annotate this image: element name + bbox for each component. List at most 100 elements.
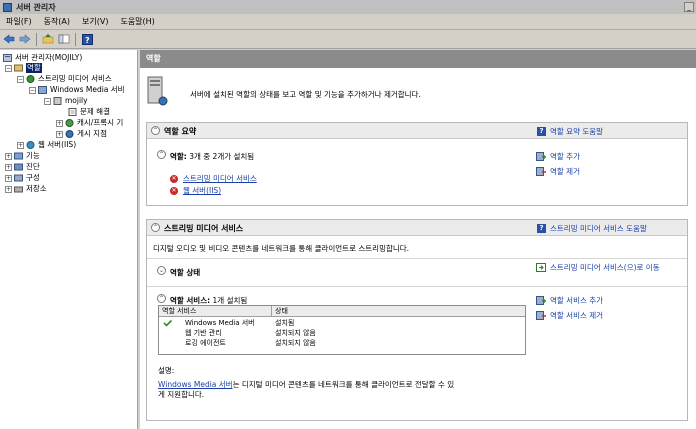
- expand-toggle[interactable]: +: [17, 141, 24, 149]
- roles-summary-panel: ⌃ 역할 요약 ? 역할 요약 도움말 ⌃ 역할: 3개 중 2개가 설치됨 ✕ 스…: [146, 122, 688, 206]
- role-status-title: 역할 상태: [170, 268, 201, 277]
- title-bar: 서버 관리자 _: [0, 0, 696, 14]
- main-content: 역할 서버에 설치된 역할의 상태를 보고 역할 및 기능을 추가하거나 제거합…: [140, 50, 696, 429]
- streaming-media-header: ⌃ 스트리밍 미디어 서비스 ? 스트리밍 미디어 서비스 도움말: [147, 220, 687, 236]
- menu-view[interactable]: 보기(V): [76, 16, 114, 27]
- tree-label: 진단: [26, 162, 40, 171]
- add-roles-link[interactable]: 역할 추가: [536, 151, 580, 162]
- add-role-services-icon: [536, 296, 546, 305]
- goto-streaming-link[interactable]: 스트리밍 미디어 서비스(으)로 이동: [536, 263, 674, 272]
- help-icon[interactable]: ?: [80, 32, 94, 46]
- add-roles-text: 역할 추가: [550, 152, 580, 161]
- streaming-media-panel: ⌃ 스트리밍 미디어 서비스 ? 스트리밍 미디어 서비스 도움말 디지털 오디오…: [146, 219, 688, 421]
- back-arrow-icon[interactable]: [2, 32, 16, 46]
- description-text-cont: 게 지원합니다.: [158, 390, 205, 399]
- tree-node-publishing-points[interactable]: + 게시 지점: [56, 129, 107, 139]
- expand-toggle[interactable]: +: [5, 152, 12, 160]
- collapse-up-icon[interactable]: ⌃: [151, 223, 160, 232]
- role-services-table[interactable]: 역할 서비스 상태 Windows Media 서버 설치됨 웹 기반 관리 설…: [158, 305, 526, 355]
- publishing-points-icon: [65, 130, 74, 138]
- server-icon: [53, 97, 62, 105]
- expand-down-icon[interactable]: ⌄: [157, 266, 166, 275]
- tree-node-web-server-iis[interactable]: + 웹 서버(IIS): [17, 140, 76, 150]
- divider: [147, 258, 687, 259]
- remove-role-services-text: 역할 서비스 제거: [550, 311, 604, 320]
- toolbar: ?: [0, 30, 696, 49]
- add-role-services-link[interactable]: 역할 서비스 추가: [536, 295, 603, 306]
- tree-node-diagnostics[interactable]: + 진단: [5, 162, 40, 172]
- error-icon: ✕: [170, 174, 178, 183]
- page-title: 역할: [140, 50, 696, 68]
- tree-node-windows-media[interactable]: − Windows Media 서비: [29, 85, 125, 95]
- column-header-status[interactable]: 상태: [272, 306, 522, 316]
- tree-node-streaming-media[interactable]: − 스트리밍 미디어 서비스: [17, 74, 112, 84]
- tree-label: 저장소: [26, 184, 47, 193]
- collapse-up-icon[interactable]: ⌃: [157, 150, 166, 159]
- role-services-count: 1개 설치됨: [212, 296, 248, 305]
- tree-node-cache-proxy[interactable]: + 캐시/프록시 기: [56, 118, 123, 128]
- expand-toggle[interactable]: +: [5, 163, 12, 171]
- role-services-label: 역할 서비스:: [170, 296, 211, 305]
- diagnostics-icon: [14, 163, 23, 171]
- roles-count-line: 역할: 3개 중 2개가 설치됨: [170, 151, 254, 162]
- expand-toggle[interactable]: +: [5, 174, 12, 182]
- help-link-text: 스트리밍 미디어 서비스 도움말: [550, 224, 647, 233]
- collapse-toggle[interactable]: −: [44, 97, 51, 105]
- tree-label: 스트리밍 미디어 서비스: [38, 74, 112, 83]
- table-row[interactable]: 로깅 에이전트 설치되지 않음: [159, 338, 525, 348]
- role-item-streaming[interactable]: ✕ 스트리밍 미디어 서비스: [170, 173, 257, 184]
- show-hide-tree-icon[interactable]: [57, 32, 71, 46]
- tree-node-server-manager[interactable]: 서버 관리자(MOJILY): [3, 53, 82, 63]
- column-header-service[interactable]: 역할 서비스: [159, 306, 272, 316]
- tree-node-configuration[interactable]: + 구성: [5, 173, 40, 183]
- description-link[interactable]: Windows Media 서버: [158, 380, 233, 389]
- collapse-toggle[interactable]: −: [17, 75, 24, 83]
- forward-arrow-icon[interactable]: [18, 32, 32, 46]
- server-manager-app-icon: [3, 2, 12, 12]
- web-server-icon: [26, 141, 35, 149]
- roles-summary-help-link[interactable]: ? 역할 요약 도움말: [537, 126, 603, 137]
- help-icon: ?: [537, 224, 546, 233]
- windows-media-server-icon: [38, 86, 47, 94]
- expand-toggle[interactable]: +: [56, 130, 63, 138]
- table-row[interactable]: Windows Media 서버 설치됨: [159, 318, 525, 328]
- role-item-iis[interactable]: ✕ 웹 서버(IIS): [170, 185, 221, 196]
- tree-label: 문제 해결: [80, 107, 110, 116]
- help-link-text: 역할 요약 도움말: [550, 127, 604, 136]
- expand-toggle[interactable]: +: [5, 185, 12, 193]
- storage-icon: [14, 185, 23, 193]
- tree-node-storage[interactable]: + 저장소: [5, 184, 47, 194]
- minimize-button[interactable]: _: [684, 2, 694, 12]
- expand-toggle[interactable]: +: [56, 119, 63, 127]
- remove-role-services-link[interactable]: 역할 서비스 제거: [536, 310, 603, 321]
- collapse-up-icon[interactable]: ⌃: [151, 126, 160, 135]
- server-manager-window: 서버 관리자 _ 파일(F) 동작(A) 보기(V) 도움말(H) ? 서버 관…: [0, 0, 696, 429]
- streaming-help-link[interactable]: ? 스트리밍 미디어 서비스 도움말: [537, 223, 647, 234]
- collapse-up-icon[interactable]: ⌃: [157, 294, 166, 303]
- menu-file[interactable]: 파일(F): [0, 16, 38, 27]
- troubleshooting-icon: [68, 108, 77, 116]
- tree-label: 웹 서버(IIS): [38, 140, 77, 149]
- features-icon: [14, 152, 23, 160]
- remove-role-services-icon: [536, 311, 546, 320]
- up-folder-icon[interactable]: [41, 32, 55, 46]
- remove-roles-link[interactable]: 역할 제거: [536, 166, 580, 177]
- tree-node-features[interactable]: + 기능: [5, 151, 40, 161]
- tree-label: mojily: [65, 96, 88, 105]
- collapse-toggle[interactable]: −: [29, 86, 36, 94]
- menu-bar: 파일(F) 동작(A) 보기(V) 도움말(H): [0, 14, 696, 30]
- tree-label: 역할: [26, 63, 42, 73]
- tree-node-mojily[interactable]: − mojily: [44, 96, 88, 106]
- menu-help[interactable]: 도움말(H): [114, 16, 160, 27]
- table-header: 역할 서비스 상태: [159, 306, 525, 317]
- tree-node-troubleshooting[interactable]: 문제 해결: [68, 107, 110, 117]
- collapse-toggle[interactable]: −: [5, 64, 12, 72]
- table-row[interactable]: 웹 기반 관리 설치되지 않음: [159, 328, 525, 338]
- menu-action[interactable]: 동작(A): [38, 16, 76, 27]
- roles-count: 3개 중 2개가 설치됨: [189, 152, 255, 161]
- toolbar-separator: [36, 32, 37, 46]
- tree-node-roles[interactable]: − 역할: [5, 63, 42, 73]
- streaming-description: 디지털 오디오 및 비디오 콘텐츠를 네트워크를 통해 클라이언트로 스트리밍합…: [153, 244, 410, 253]
- service-status: 설치되지 않음: [275, 329, 316, 337]
- intro-section: 서버에 설치된 역할의 상태를 보고 역할 및 기능을 추가하거나 제거합니다.: [140, 69, 696, 115]
